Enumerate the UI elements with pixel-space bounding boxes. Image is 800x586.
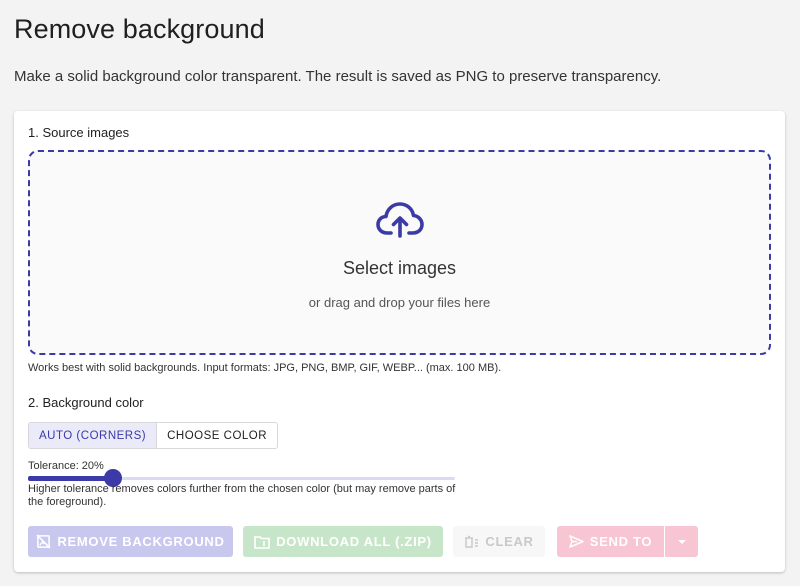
tool-card: 1. Source images Select images or drag a… bbox=[14, 111, 785, 572]
input-format-hint: Works best with solid backgrounds. Input… bbox=[28, 362, 502, 374]
download-all-button[interactable]: DOWNLOAD ALL (.ZIP) bbox=[243, 526, 443, 557]
download-all-label: DOWNLOAD ALL (.ZIP) bbox=[276, 534, 432, 549]
send-icon bbox=[569, 535, 584, 548]
auto-corners-option[interactable]: AUTO (CORNERS) bbox=[29, 423, 158, 448]
page-title: Remove background bbox=[14, 14, 265, 44]
chevron-down-icon bbox=[677, 539, 686, 544]
no-image-icon bbox=[36, 534, 51, 549]
clear-button[interactable]: CLEAR bbox=[453, 526, 545, 557]
slider-fill bbox=[28, 476, 114, 481]
send-to-label: SEND TO bbox=[589, 534, 653, 549]
send-to-menu-button[interactable] bbox=[665, 526, 698, 557]
tolerance-label: Tolerance: 20% bbox=[28, 460, 104, 472]
page-description: Make a solid background color transparen… bbox=[14, 68, 662, 85]
image-dropzone[interactable]: Select images or drag and drop your file… bbox=[28, 150, 771, 355]
select-images-title: Select images bbox=[342, 258, 457, 278]
drag-drop-subtitle: or drag and drop your files here bbox=[308, 295, 491, 310]
remove-background-button[interactable]: REMOVE BACKGROUND bbox=[28, 526, 233, 557]
background-mode-toggle: AUTO (CORNERS) CHOOSE COLOR bbox=[28, 422, 279, 449]
clear-icon bbox=[465, 535, 479, 548]
remove-background-label: REMOVE BACKGROUND bbox=[57, 534, 225, 549]
clear-label: CLEAR bbox=[485, 534, 534, 549]
folder-zip-icon bbox=[254, 535, 271, 549]
tolerance-help: Higher tolerance removes colors further … bbox=[28, 483, 456, 508]
choose-color-option[interactable]: CHOOSE COLOR bbox=[157, 423, 278, 448]
background-section-label: 2. Background color bbox=[28, 395, 144, 410]
source-section-label: 1. Source images bbox=[28, 125, 130, 140]
send-to-button[interactable]: SEND TO bbox=[557, 526, 664, 557]
cloud-upload-icon bbox=[375, 202, 424, 238]
